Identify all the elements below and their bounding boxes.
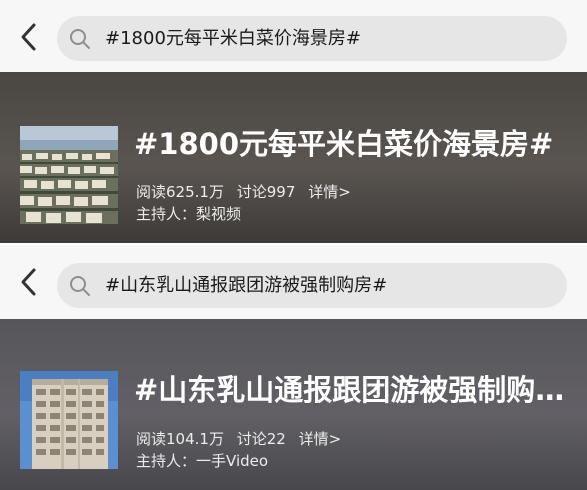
host-name[interactable]: 一手Video xyxy=(196,452,268,470)
read-label: 阅读 xyxy=(136,430,167,448)
topic-title: #山东乳山通报跟团游被强制购… xyxy=(134,373,565,407)
search-query-text: #1800元每平米白菜价海景房# xyxy=(105,28,361,49)
discuss-label: 讨论 xyxy=(236,430,267,448)
discuss-count: 997 xyxy=(266,183,296,201)
read-count: 625.1万 xyxy=(166,183,224,201)
search-input[interactable]: #1800元每平米白菜价海景房# xyxy=(57,16,567,61)
topic-panel: #山东乳山通报跟团游被强制购房# #山东乳山通报跟团游被强制购… 阅读104.1… xyxy=(0,245,587,490)
host-name[interactable]: 梨视频 xyxy=(196,205,241,223)
back-button[interactable] xyxy=(14,22,44,52)
topic-banner[interactable]: #山东乳山通报跟团游被强制购… 阅读104.1万 讨论22 详情> 主持人：一手… xyxy=(0,319,587,490)
host-label: 主持人： xyxy=(136,452,197,470)
topic-thumbnail xyxy=(20,371,118,469)
topic-panel: #1800元每平米白菜价海景房# #1800元每平米白菜价海景房# 阅读625.… xyxy=(0,0,587,243)
read-label: 阅读 xyxy=(136,183,167,201)
topic-stats: 阅读104.1万 讨论22 详情> xyxy=(136,428,349,449)
topic-host: 主持人：一手Video xyxy=(136,450,268,471)
search-bar: #山东乳山通报跟团游被强制购房# xyxy=(0,245,587,319)
topic-stats: 阅读625.1万 讨论997 详情> xyxy=(136,181,359,202)
discuss-label: 讨论 xyxy=(236,183,267,201)
search-icon xyxy=(70,29,90,49)
host-label: 主持人： xyxy=(136,205,197,223)
search-bar: #1800元每平米白菜价海景房# xyxy=(0,0,587,72)
topic-host: 主持人：梨视频 xyxy=(136,203,241,224)
discuss-count: 22 xyxy=(266,430,286,448)
search-input[interactable]: #山东乳山通报跟团游被强制购房# xyxy=(57,263,567,308)
topic-thumbnail xyxy=(20,126,118,224)
chevron-left-icon xyxy=(21,23,36,51)
topic-banner[interactable]: #1800元每平米白菜价海景房# 阅读625.1万 讨论997 详情> 主持人：… xyxy=(0,72,587,243)
detail-link[interactable]: 详情> xyxy=(299,430,342,448)
search-query-text: #山东乳山通报跟团游被强制购房# xyxy=(105,275,388,296)
topic-title: #1800元每平米白菜价海景房# xyxy=(134,127,554,161)
chevron-left-icon xyxy=(21,268,36,296)
search-icon xyxy=(70,276,90,296)
back-button[interactable] xyxy=(14,267,44,297)
read-count: 104.1万 xyxy=(166,430,224,448)
detail-link[interactable]: 详情> xyxy=(308,183,351,201)
